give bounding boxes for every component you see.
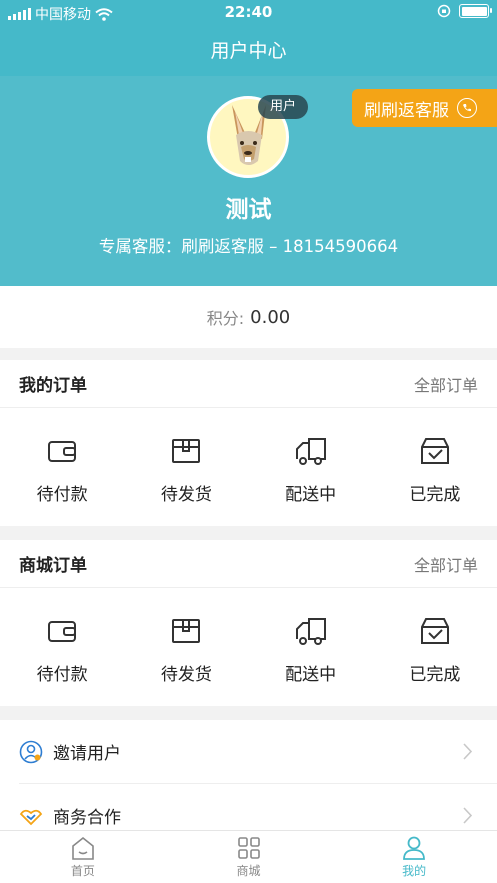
mall-orders-header: 商城订单 全部订单	[0, 540, 497, 588]
points-value: 0.00	[250, 306, 291, 328]
grid-icon	[237, 837, 260, 859]
order-status-label: 配送中	[285, 485, 337, 505]
order-status-label: 已完成	[409, 665, 461, 685]
handshake-icon	[19, 809, 43, 825]
menu-item-label: 邀请用户	[53, 744, 121, 764]
truck-icon	[295, 618, 326, 645]
phone-icon	[457, 98, 477, 118]
tab-bar: 首页 商城 我的	[0, 830, 497, 883]
tab-label: 商城	[236, 864, 261, 878]
menu-item-invite-users[interactable]: 邀请用户	[19, 720, 497, 784]
nav-title: 用户中心	[0, 26, 497, 76]
mall-order-in-delivery[interactable]: 配送中	[249, 588, 373, 706]
home-icon	[72, 836, 94, 860]
completed-box-icon	[420, 438, 449, 464]
username: 测试	[225, 197, 272, 223]
package-icon	[172, 439, 201, 463]
order-status-label: 待付款	[36, 665, 88, 685]
mall-order-pending-shipment[interactable]: 待发货	[124, 588, 248, 706]
menu-item-business-cooperation[interactable]: 商务合作	[19, 784, 497, 830]
mall-orders-status-row: 待付款 待发货 配送中 已完成	[0, 588, 497, 706]
invite-user-icon	[19, 740, 43, 763]
my-orders-header: 我的订单 全部订单	[0, 360, 497, 408]
status-time: 22:40	[224, 3, 273, 21]
customer-service-button[interactable]: 刷刷返客服	[352, 89, 497, 127]
truck-icon	[295, 438, 326, 465]
wallet-icon	[48, 621, 77, 642]
order-status-label: 待发货	[160, 485, 212, 505]
mall-orders-all-link[interactable]: 全部订单	[414, 552, 478, 576]
wallet-icon	[48, 441, 77, 462]
battery-icon	[459, 4, 492, 18]
chevron-right-icon	[463, 807, 473, 824]
order-status-label: 已完成	[409, 485, 461, 505]
completed-box-icon	[420, 618, 449, 644]
points-bar[interactable]: 积分: 0.00	[0, 286, 497, 348]
menu-list: 邀请用户 商务合作	[0, 720, 497, 830]
my-orders-title: 我的订单	[19, 376, 87, 396]
order-completed[interactable]: 已完成	[373, 408, 497, 526]
tab-home[interactable]: 首页	[0, 831, 166, 883]
order-pending-shipment[interactable]: 待发货	[124, 408, 248, 526]
order-pending-payment[interactable]: 待付款	[0, 408, 124, 526]
dedicated-service-info: 专属客服：刷刷返客服 – 18154590664	[98, 237, 399, 256]
my-orders-status-row: 待付款 待发货 配送中 已完成	[0, 408, 497, 526]
mall-orders-card: 商城订单 全部订单 待付款 待发货 配送中 已完成	[0, 540, 497, 706]
tab-mall[interactable]: 商城	[166, 831, 332, 883]
order-status-label: 配送中	[285, 665, 337, 685]
order-in-delivery[interactable]: 配送中	[249, 408, 373, 526]
my-orders-card: 我的订单 全部订单 待付款 待发货 配送中 已完成	[0, 360, 497, 526]
customer-service-label: 刷刷返客服	[364, 100, 449, 121]
role-badge: 用户	[258, 95, 308, 119]
menu-item-label: 商务合作	[53, 808, 121, 828]
chevron-right-icon	[463, 743, 473, 760]
tab-label: 首页	[70, 864, 95, 878]
my-orders-all-link[interactable]: 全部订单	[414, 372, 478, 396]
mall-order-pending-payment[interactable]: 待付款	[0, 588, 124, 706]
status-right	[437, 4, 492, 18]
order-status-label: 待发货	[160, 665, 212, 685]
tab-label: 我的	[402, 864, 427, 878]
mall-orders-title: 商城订单	[19, 556, 87, 576]
orientation-lock-icon	[437, 4, 451, 18]
order-status-label: 待付款	[36, 485, 88, 505]
profile-icon	[403, 836, 426, 860]
status-bar: 中国移动 22:40	[0, 0, 497, 26]
package-icon	[172, 619, 201, 643]
points-label: 积分:	[206, 309, 245, 328]
profile-header: 用户 刷刷返客服 测试 专属客服：刷刷返客服 – 18154590664	[0, 76, 497, 286]
mall-order-completed[interactable]: 已完成	[373, 588, 497, 706]
tab-mine[interactable]: 我的	[331, 831, 497, 883]
